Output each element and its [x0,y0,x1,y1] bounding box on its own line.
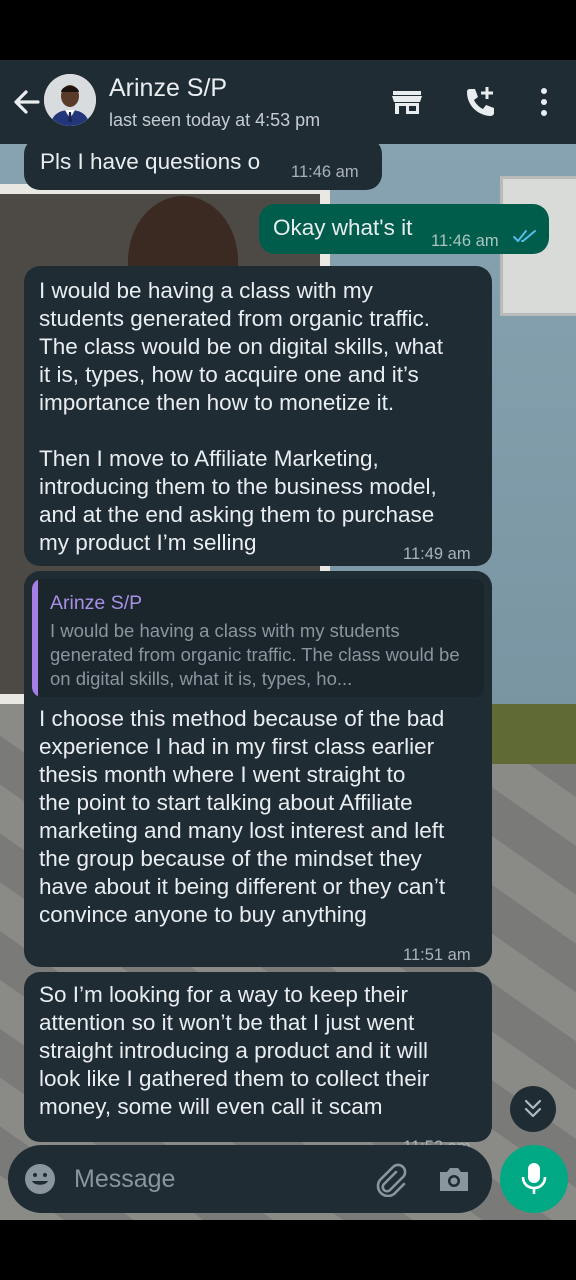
read-ticks-icon [513,230,536,243]
message-incoming-reply[interactable]: Arinze S/P I would be having a class wit… [24,571,492,967]
message-text: Okay what's it [273,215,413,240]
emoji-icon[interactable] [23,1162,57,1196]
add-call-icon[interactable] [460,82,500,122]
voice-record-button[interactable] [500,1145,568,1213]
quoted-message[interactable]: Arinze S/P I would be having a class wit… [32,579,484,697]
double-chevron-down-icon [524,1099,542,1118]
attach-icon[interactable] [372,1161,408,1198]
message-outgoing[interactable]: Okay what's it 11:46 am [259,204,549,254]
mic-icon [521,1163,547,1194]
message-text: I choose this method because of the bad … [39,706,446,927]
message-incoming[interactable]: Pls I have questions o 11:46 am [24,144,382,190]
quoted-text: I would be having a class with my studen… [50,620,460,689]
message-text: Pls I have questions o [40,149,261,174]
message-time: 11:46 am [291,163,359,181]
message-input[interactable] [74,1159,354,1199]
quoted-sender: Arinze S/P [50,592,143,614]
back-arrow-icon[interactable] [8,82,44,122]
more-vertical-icon[interactable] [524,82,564,122]
message-text: So I’m looking for a way to keep their a… [39,982,430,1119]
scroll-to-bottom-button[interactable] [510,1086,556,1132]
last-seen-status: last seen today at 4:53 pm [109,110,321,130]
contact-name[interactable]: Arinze S/P [109,74,227,103]
message-time: 11:49 am [403,545,471,563]
message-incoming[interactable]: So I’m looking for a way to keep their a… [24,972,492,1156]
message-time: 11:51 am [403,946,471,964]
store-icon[interactable] [387,82,427,122]
avatar[interactable] [44,74,96,126]
message-incoming[interactable]: I would be having a class with my studen… [24,266,492,566]
message-time: 11:46 am [431,232,499,250]
navigation-bar [0,1220,576,1280]
chat-header: Arinze S/P last seen today at 4:53 pm [0,60,576,144]
message-composer [8,1145,492,1213]
chat-area[interactable]: Pls I have questions o 11:46 am Okay wha… [0,144,576,1220]
camera-icon[interactable] [436,1161,472,1197]
message-text: I would be having a class with my studen… [39,278,443,555]
status-bar [0,0,576,60]
